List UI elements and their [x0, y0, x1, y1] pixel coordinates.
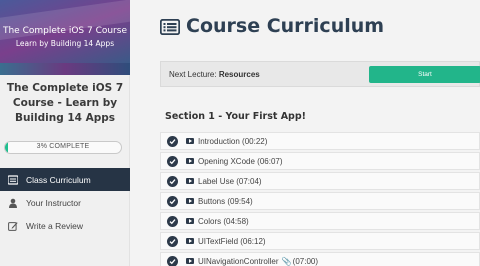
- lecture-title: Opening XCode (06:07): [198, 156, 283, 166]
- nav-label: Class Curriculum: [26, 174, 91, 185]
- lecture-item[interactable]: UITextField (06:12): [160, 232, 480, 250]
- lecture-title: Label Use (07:04): [198, 176, 262, 186]
- video-icon: [186, 258, 194, 264]
- lecture-item[interactable]: UINavigationController 📎 (07:00): [160, 252, 480, 266]
- page-title: Course Curriculum: [159, 15, 385, 37]
- check-circle-icon: [167, 235, 178, 247]
- lecture-title: UINavigationController: [198, 256, 279, 266]
- video-icon: [186, 198, 194, 204]
- nav-label: Your Instructor: [26, 197, 81, 208]
- video-icon: [186, 238, 194, 244]
- start-button[interactable]: Start: [369, 66, 480, 83]
- thumbnail-subtitle: Learn by Building 14 Apps: [15, 39, 115, 48]
- nav-class-curriculum[interactable]: Class Curriculum: [0, 168, 130, 191]
- section-title: Section 1 - Your First App!: [165, 111, 306, 122]
- video-icon: [186, 218, 194, 224]
- list-alt-icon: [159, 18, 181, 36]
- sidebar: The Complete iOS 7 Course Learn by Build…: [0, 0, 130, 266]
- course-title: The Complete iOS 7 Course - Learn by Bui…: [6, 82, 124, 124]
- check-circle-icon: [167, 135, 178, 147]
- lecture-duration: (07:00): [292, 256, 319, 266]
- next-lecture-text: Next Lecture: Resources: [169, 70, 260, 79]
- nav-label: Write a Review: [26, 220, 83, 231]
- paperclip-icon: 📎: [279, 256, 292, 266]
- lecture-title: Introduction (00:22): [198, 136, 268, 146]
- lecture-title: UITextField (06:12): [198, 236, 266, 246]
- progress-bar: 3% COMPLETE: [4, 141, 122, 154]
- edit-icon: [8, 221, 18, 231]
- next-lecture-name[interactable]: Resources: [219, 70, 260, 79]
- course-thumbnail[interactable]: The Complete iOS 7 Course Learn by Build…: [0, 0, 130, 75]
- main-content: Course Curriculum Next Lecture: Resource…: [140, 0, 480, 266]
- check-circle-icon: [167, 195, 178, 207]
- check-circle-icon: [167, 215, 178, 227]
- lecture-item[interactable]: Buttons (09:54): [160, 192, 480, 210]
- check-circle-icon: [167, 255, 178, 266]
- list-icon: [7, 174, 19, 185]
- progress-label: 3% COMPLETE: [36, 143, 90, 150]
- nav-write-review[interactable]: Write a Review: [0, 214, 130, 237]
- video-icon: [186, 158, 194, 164]
- next-lecture-prefix: Next Lecture:: [169, 70, 219, 79]
- thumbnail-title: The Complete iOS 7 Course: [2, 26, 127, 36]
- video-icon: [186, 138, 194, 144]
- lecture-item[interactable]: Opening XCode (06:07): [160, 152, 480, 170]
- lecture-item[interactable]: Colors (04:58): [160, 212, 480, 230]
- page-title-text: Course Curriculum: [186, 15, 385, 37]
- nav-your-instructor[interactable]: Your Instructor: [0, 191, 130, 214]
- video-icon: [186, 178, 194, 184]
- user-icon: [8, 198, 18, 208]
- next-lecture-bar: Next Lecture: Resources Start: [160, 61, 480, 87]
- lecture-title: Buttons (09:54): [198, 196, 253, 206]
- lecture-item[interactable]: Label Use (07:04): [160, 172, 480, 190]
- lecture-title: Colors (04:58): [198, 216, 249, 226]
- lecture-item[interactable]: Introduction (00:22): [160, 132, 480, 150]
- check-circle-icon: [167, 155, 178, 167]
- check-circle-icon: [167, 175, 178, 187]
